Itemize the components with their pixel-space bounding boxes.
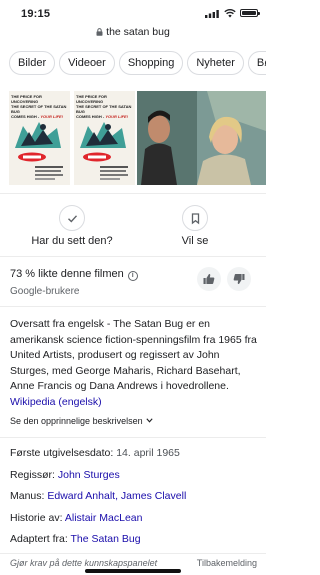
show-original-description[interactable]: Se den opprinnelige beskrivelsen <box>10 416 153 426</box>
address-bar[interactable]: the satan bug <box>0 26 266 42</box>
chip-books[interactable]: Bø <box>247 51 266 75</box>
fact-label: Manus: <box>10 490 45 502</box>
story-author-link[interactable]: Alistair MacLean <box>65 512 143 524</box>
thumbs-down-button[interactable] <box>227 267 251 291</box>
seen-it-label: Har du sett den? <box>31 235 113 247</box>
watchlist-label: Vil se <box>181 235 209 247</box>
wikipedia-link[interactable]: Wikipedia (engelsk) <box>10 396 102 408</box>
chip-images[interactable]: Bilder <box>9 51 56 75</box>
search-filter-chips: BilderVideoerShoppingNyheterBø <box>9 51 266 75</box>
claim-panel-link[interactable]: Gjør krav på dette kunnskapspanelet <box>10 558 157 568</box>
description-text: Oversatt fra engelsk - The Satan Bug er … <box>10 318 257 392</box>
thumbs-up-button[interactable] <box>197 267 221 291</box>
watchlist-circle <box>182 205 208 231</box>
fact-adapted-from: Adaptert fra: The Satan Bug <box>10 533 141 545</box>
writer-link[interactable]: James Clavell <box>121 490 186 502</box>
divider <box>0 193 266 194</box>
battery-icon <box>240 9 260 17</box>
address-text: the satan bug <box>106 26 170 38</box>
thumbs-down-icon <box>233 274 245 285</box>
fact-label: Regissør: <box>10 469 55 481</box>
divider <box>0 256 266 257</box>
poster-image-1[interactable]: THE PRICE FOR UNCOVERING THE SECRET OF T… <box>9 91 70 185</box>
bookmark-icon <box>191 213 200 225</box>
seen-it-circle <box>59 205 85 231</box>
watch-actions: Har du sett den? Vil se <box>0 205 266 249</box>
fact-story-by: Historie av: Alistair MacLean <box>10 512 142 524</box>
fact-label: Historie av: <box>10 512 63 524</box>
info-icon[interactable]: i <box>127 271 138 281</box>
fact-value: 14. april 1965 <box>116 447 180 459</box>
poster-tagline: THE PRICE FOR UNCOVERING THE SECRET OF T… <box>11 94 67 119</box>
status-bar: 19:15 <box>0 0 266 24</box>
show-original-label: Se den opprinnelige beskrivelsen <box>10 416 143 426</box>
divider <box>0 553 266 554</box>
writer-link[interactable]: Edward Anhalt <box>47 490 115 502</box>
movie-description: Oversatt fra engelsk - The Satan Bug er … <box>10 317 260 410</box>
audience-rating: 73 % likte denne filmen i <box>10 268 138 281</box>
chip-news[interactable]: Nyheter <box>187 51 244 75</box>
rating-source: Google-brukere <box>10 286 80 297</box>
chevron-down-icon <box>145 418 153 423</box>
likes-text: 73 % likte denne filmen <box>10 268 124 280</box>
poster-tagline: THE PRICE FOR UNCOVERING THE SECRET OF T… <box>76 94 132 119</box>
fact-label: Første utgivelsesdato: <box>10 447 114 459</box>
wifi-icon <box>224 8 236 18</box>
divider <box>0 437 266 438</box>
poster-image-2[interactable]: THE PRICE FOR UNCOVERING THE SECRET OF T… <box>74 91 135 185</box>
fact-director: Regissør: John Sturges <box>10 469 120 481</box>
director-link[interactable]: John Sturges <box>58 469 120 481</box>
chip-shopping[interactable]: Shopping <box>118 51 184 75</box>
feedback-link[interactable]: Tilbakemelding <box>197 558 257 568</box>
lock-icon <box>96 28 103 36</box>
divider <box>0 306 266 307</box>
fact-release-date: Første utgivelsesdato: 14. april 1965 <box>10 447 180 459</box>
movie-still-image[interactable] <box>137 91 266 185</box>
home-indicator <box>85 569 181 573</box>
cellular-signal-icon <box>205 10 219 18</box>
image-carousel: THE PRICE FOR UNCOVERING THE SECRET OF T… <box>9 91 266 185</box>
fact-writers: Manus: Edward Anhalt, James Clavell <box>10 490 186 502</box>
checkmark-icon <box>68 215 78 223</box>
source-work-link[interactable]: The Satan Bug <box>71 533 141 545</box>
chip-videos[interactable]: Videoer <box>59 51 115 75</box>
thumbs-up-icon <box>203 273 215 284</box>
fact-label: Adaptert fra: <box>10 533 68 545</box>
seen-it-button[interactable]: Har du sett den? <box>30 205 114 247</box>
status-time: 19:15 <box>21 8 51 20</box>
watchlist-button[interactable]: Vil se <box>166 205 224 247</box>
